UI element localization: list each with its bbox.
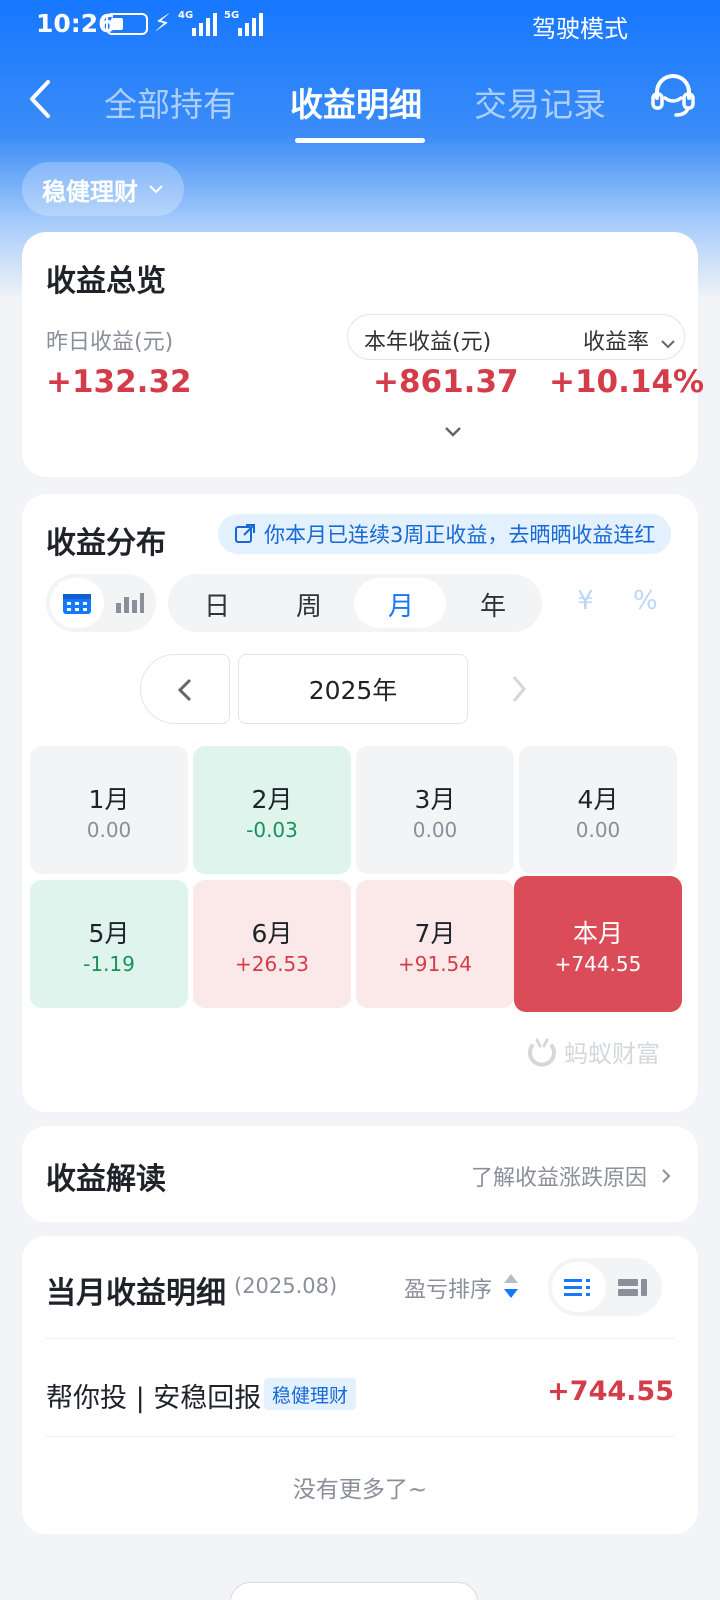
month-value: +26.53 — [234, 952, 309, 976]
monthly-detail-card: 当月收益明细 (2025.08) 盈亏排序 帮你投 | 安稳回报 稳健理财 +7… — [22, 1236, 698, 1534]
month-cell-may[interactable]: 5月 -1.19 — [30, 880, 188, 1008]
month-label: 5月 — [88, 919, 130, 948]
month-cell-current[interactable]: 本月 +744.55 — [514, 876, 682, 1012]
month-value: 0.00 — [412, 818, 458, 842]
month-label: 1月 — [88, 785, 130, 814]
expand-chevron-icon[interactable] — [438, 422, 468, 442]
unit-percent[interactable]: % — [633, 586, 658, 616]
charging-icon: ⚡ — [154, 9, 171, 37]
divider — [46, 1436, 674, 1437]
year-earnings-label: 本年收益(元) — [364, 330, 492, 355]
yesterday-earnings-value: +132.32 — [46, 364, 192, 400]
year-earnings-value: +861.37 — [373, 364, 519, 400]
tab-transaction-records[interactable]: 交易记录 — [474, 78, 606, 126]
bottom-floating-button[interactable] — [230, 1582, 478, 1600]
product-filter-label: 稳健理财 — [42, 177, 138, 206]
month-cell-jan[interactable]: 1月 0.00 — [30, 746, 188, 874]
end-of-list-text: 没有更多了~ — [292, 1477, 428, 1503]
month-value: 0.00 — [575, 818, 621, 842]
yesterday-earnings-label: 昨日收益(元) — [46, 330, 174, 355]
month-value: 0.00 — [86, 818, 132, 842]
watermark-text: 蚂蚁财富 — [564, 1040, 660, 1068]
interpretation-title: 收益解读 — [46, 1162, 166, 1197]
month-label: 6月 — [251, 919, 293, 948]
period-month[interactable]: 月 — [388, 586, 414, 623]
list-view-toggle — [548, 1258, 662, 1316]
driving-mode-label: 驾驶模式 — [532, 15, 628, 43]
monthly-detail-date: (2025.08) — [234, 1274, 338, 1298]
month-label: 2月 — [251, 785, 293, 814]
ant-fortune-watermark: 蚂蚁财富 — [526, 1034, 660, 1069]
next-year-chevron-icon[interactable] — [504, 669, 534, 709]
tab-all-holdings[interactable]: 全部持有 — [104, 78, 236, 126]
share-streak-text: 你本月已连续3周正收益，去晒晒收益连红 — [264, 523, 656, 547]
unit-selector: ¥ % — [563, 574, 675, 632]
holding-earnings-value: +744.55 — [547, 1376, 674, 1407]
holding-name[interactable]: 帮你投 | 安稳回报 — [46, 1376, 261, 1415]
status-bar: 10:26 ⚡ 4G 5G 驾驶模式 — [0, 0, 720, 50]
tab-earnings-detail[interactable]: 收益明细 — [290, 78, 422, 126]
holding-category-tag: 稳健理财 — [264, 1378, 357, 1410]
month-cell-jul[interactable]: 7月 +91.54 — [356, 880, 514, 1008]
chevron-right-icon — [662, 1169, 671, 1183]
month-label: 本月 — [572, 919, 623, 948]
earnings-reason-text: 了解收益涨跌原因 — [470, 1166, 647, 1191]
period-year[interactable]: 年 — [480, 586, 506, 623]
earnings-distribution-card: 收益分布 你本月已连续3周正收益，去晒晒收益连红 日 周 月 年 ¥ % 202… — [22, 494, 698, 1112]
signal-icon — [192, 10, 217, 36]
return-rate-label: 收益率 — [583, 330, 650, 355]
return-rate-value: +10.14% — [549, 364, 705, 400]
card-view-icon[interactable] — [618, 1277, 648, 1297]
battery-icon — [106, 13, 148, 35]
month-cell-jun[interactable]: 6月 +26.53 — [193, 880, 351, 1008]
month-cell-apr[interactable]: 4月 0.00 — [519, 746, 677, 874]
month-label: 3月 — [414, 785, 456, 814]
sort-by-pnl-button[interactable]: 盈亏排序 — [404, 1272, 492, 1304]
ant-logo-icon — [528, 1038, 556, 1067]
share-streak-banner[interactable]: 你本月已连续3周正收益，去晒晒收益连红 — [218, 514, 672, 554]
calendar-grid-icon[interactable] — [62, 591, 92, 615]
view-mode-toggle — [46, 574, 156, 632]
earnings-interpretation-card[interactable]: 收益解读 了解收益涨跌原因 — [22, 1126, 698, 1222]
network-4g-label: 4G — [178, 10, 194, 21]
sort-icon[interactable] — [502, 1270, 520, 1302]
status-time: 10:26 — [36, 9, 116, 38]
chevron-down-icon — [149, 185, 163, 194]
month-value: -0.03 — [246, 818, 298, 842]
year-display: 2025年 — [238, 654, 468, 724]
period-week[interactable]: 周 — [296, 586, 322, 623]
earnings-overview-card: 收益总览 昨日收益(元) +132.32 本年收益(元) 收益率 +861.37… — [22, 232, 704, 477]
month-label: 7月 — [414, 919, 456, 948]
monthly-detail-title: 当月收益明细 — [46, 1276, 226, 1311]
month-cell-mar[interactable]: 3月 0.00 — [356, 746, 514, 874]
period-selector: 日 周 月 年 — [168, 574, 542, 632]
month-value: +91.54 — [397, 952, 472, 976]
network-5g-label: 5G — [224, 10, 240, 21]
previous-year-button[interactable] — [140, 654, 230, 724]
month-value: +744.55 — [554, 952, 642, 976]
chevron-left-icon — [177, 678, 192, 702]
customer-service-icon[interactable] — [648, 70, 698, 120]
earnings-reason-link[interactable]: 了解收益涨跌原因 — [471, 1160, 672, 1192]
chevron-down-icon — [661, 340, 675, 349]
signal-icon-2 — [238, 10, 263, 36]
share-icon — [235, 524, 255, 543]
list-view-icon[interactable] — [564, 1277, 594, 1297]
back-arrow-icon[interactable] — [22, 74, 62, 124]
distribution-title: 收益分布 — [46, 526, 166, 561]
month-value: -1.19 — [83, 952, 135, 976]
divider — [46, 1338, 674, 1339]
bar-chart-icon[interactable] — [114, 593, 144, 613]
top-nav: 全部持有 收益明细 交易记录 — [0, 60, 720, 150]
product-filter-dropdown[interactable]: 稳健理财 — [22, 162, 184, 216]
overview-title: 收益总览 — [46, 264, 166, 299]
return-rate-dropdown[interactable]: 收益率 — [583, 324, 676, 356]
active-tab-indicator — [295, 138, 425, 143]
month-label: 4月 — [577, 785, 619, 814]
unit-amount[interactable]: ¥ — [577, 586, 594, 616]
month-cell-feb[interactable]: 2月 -0.03 — [193, 746, 351, 874]
period-day[interactable]: 日 — [204, 586, 230, 623]
